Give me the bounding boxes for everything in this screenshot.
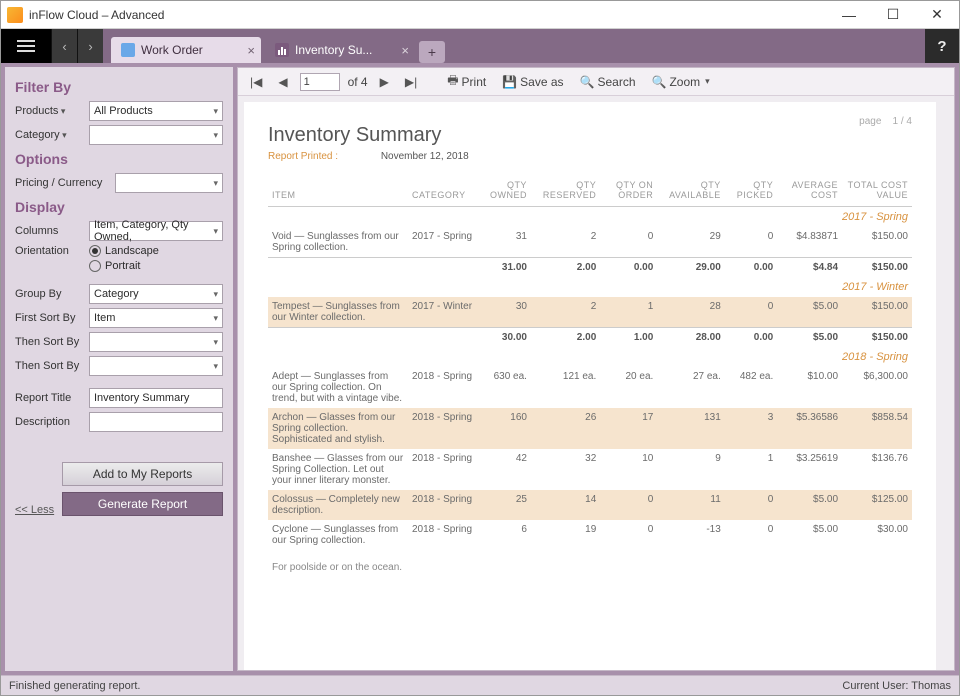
thensort1-combo[interactable] (89, 332, 223, 352)
orientation-landscape[interactable]: Landscape (89, 245, 223, 257)
category-combo[interactable] (89, 125, 223, 145)
print-icon: 🖶 (447, 71, 458, 92)
page-word: page (859, 116, 881, 127)
prev-page-button[interactable]: ◀ (274, 71, 291, 93)
tab-label: Inventory Su... (295, 43, 372, 57)
current-user: Current User: Thomas (842, 680, 951, 692)
maximize-button[interactable]: ☐ (871, 1, 915, 29)
pricing-label: Pricing / Currency (15, 177, 111, 189)
new-tab-button[interactable]: + (419, 41, 445, 63)
table-row: Adept — Sunglasses from our Spring colle… (268, 367, 912, 408)
save-as-button[interactable]: 💾Save as (498, 71, 567, 93)
table-header-row: ITEM CATEGORY QTY OWNED QTY RESERVED QTY… (268, 176, 912, 207)
report-title-label: Report Title (15, 392, 85, 404)
add-to-my-reports-button[interactable]: Add to My Reports (62, 462, 223, 486)
table-row: Banshee — Glasses from our Spring Collec… (268, 449, 912, 490)
viewer-toolbar: |◀ ◀ 1 of 4 ▶ ▶| 🖶Print 💾Save as 🔍Search… (238, 68, 954, 96)
group-header: 2017 - Spring (268, 207, 912, 228)
generate-report-button[interactable]: Generate Report (62, 492, 223, 516)
pricing-combo[interactable] (115, 173, 223, 193)
table-row: Void — Sunglasses from our Spring collec… (268, 227, 912, 258)
orientation-label: Orientation (15, 245, 85, 257)
filter-heading: Filter By (15, 79, 223, 95)
report-scroll-area[interactable]: page 1 / 4 Inventory Summary Report Prin… (238, 96, 954, 670)
print-button[interactable]: 🖶Print (443, 71, 490, 93)
report-table: ITEM CATEGORY QTY OWNED QTY RESERVED QTY… (268, 176, 912, 577)
less-link[interactable]: << Less (15, 504, 54, 516)
display-heading: Display (15, 199, 223, 215)
table-row: Colossus — Completely new description.20… (268, 490, 912, 520)
page-of-label: of 4 (348, 75, 368, 89)
report-viewer: |◀ ◀ 1 of 4 ▶ ▶| 🖶Print 💾Save as 🔍Search… (237, 67, 955, 671)
tab-close-icon[interactable]: × (247, 43, 255, 58)
subtotal-row: 31.002.000.0029.000.00$4.84$150.00 (268, 258, 912, 278)
save-icon: 💾 (502, 75, 517, 89)
minimize-button[interactable]: — (827, 1, 871, 29)
firstsort-label: First Sort By (15, 312, 85, 324)
thensort2-label: Then Sort By (15, 360, 85, 372)
columns-combo[interactable]: Item, Category, Qty Owned, (89, 221, 223, 241)
status-bar: Finished generating report. Current User… (1, 675, 959, 695)
table-row: Cyclone — Sunglasses from our Spring col… (268, 520, 912, 550)
tab-inventory-summary[interactable]: Inventory Su... × (265, 37, 415, 63)
group-header: 2017 - Winter (268, 277, 912, 297)
groupby-combo[interactable]: Category (89, 284, 223, 304)
orientation-portrait[interactable]: Portrait (89, 260, 223, 272)
firstsort-combo[interactable]: Item (89, 308, 223, 328)
thensort2-combo[interactable] (89, 356, 223, 376)
report-page: page 1 / 4 Inventory Summary Report Prin… (244, 102, 936, 670)
table-row: Archon — Glasses from our Spring collect… (268, 408, 912, 449)
nav-back-button[interactable]: ‹ (51, 29, 77, 63)
zoom-button[interactable]: 🔍Zoom▾ (648, 71, 714, 93)
menu-button[interactable] (1, 29, 51, 63)
app-icon (7, 7, 23, 23)
window-title: inFlow Cloud – Advanced (29, 8, 164, 22)
status-message: Finished generating report. (9, 680, 140, 692)
report-icon (275, 43, 289, 57)
description-label: Description (15, 416, 85, 428)
tab-close-icon[interactable]: × (401, 43, 409, 58)
tab-label: Work Order (141, 43, 203, 57)
work-order-icon (121, 43, 135, 57)
page-number-input[interactable]: 1 (300, 73, 340, 91)
report-title: Inventory Summary (268, 124, 912, 147)
radio-icon (89, 245, 101, 257)
report-title-input[interactable]: Inventory Summary (89, 388, 223, 408)
printed-date: November 12, 2018 (381, 151, 469, 162)
products-label[interactable]: Products (15, 105, 85, 117)
search-button[interactable]: 🔍Search (576, 71, 640, 93)
last-page-button[interactable]: ▶| (401, 71, 421, 93)
subtotal-row: 30.002.001.0028.000.00$5.00$150.00 (268, 328, 912, 348)
group-header: 2018 - Spring (268, 347, 912, 367)
filter-panel: Filter By Products All Products Category… (5, 67, 233, 671)
next-page-button[interactable]: ▶ (376, 71, 393, 93)
zoom-icon: 🔍 (652, 75, 667, 89)
category-label[interactable]: Category (15, 129, 85, 141)
title-bar: inFlow Cloud – Advanced — ☐ ✕ (1, 1, 959, 29)
table-row: Tempest — Sunglasses from our Winter col… (268, 297, 912, 328)
help-button[interactable]: ? (925, 29, 959, 63)
radio-icon (89, 260, 101, 272)
chevron-down-icon: ▾ (705, 76, 710, 87)
nav-forward-button[interactable]: › (77, 29, 103, 63)
search-icon: 🔍 (580, 75, 595, 89)
tab-work-order[interactable]: Work Order × (111, 37, 261, 63)
thensort1-label: Then Sort By (15, 336, 85, 348)
note-row: For poolside or on the ocean. (268, 550, 912, 577)
printed-label: Report Printed : (268, 151, 338, 162)
description-input[interactable] (89, 412, 223, 432)
close-button[interactable]: ✕ (915, 1, 959, 29)
groupby-label: Group By (15, 288, 85, 300)
page-number: 1 / 4 (893, 116, 912, 127)
tab-strip: ‹ › Work Order × Inventory Su... × + ? (1, 29, 959, 63)
products-combo[interactable]: All Products (89, 101, 223, 121)
options-heading: Options (15, 151, 223, 167)
first-page-button[interactable]: |◀ (246, 71, 266, 93)
columns-label: Columns (15, 225, 85, 237)
